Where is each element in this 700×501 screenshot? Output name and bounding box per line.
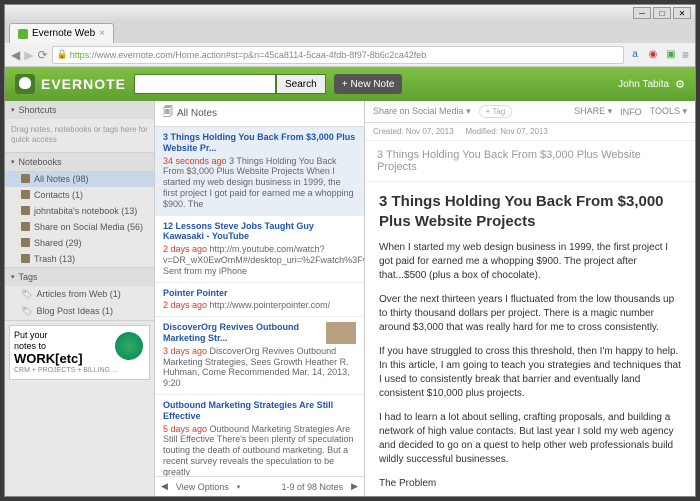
note-item-title: Pointer Pointer	[163, 288, 356, 299]
notebook-icon	[21, 206, 30, 215]
note-list-header: 🗐 All Notes	[155, 101, 364, 127]
browser-tab-bar: Evernote Web ×	[5, 21, 695, 43]
browser-menu-button[interactable]: ≡	[682, 48, 689, 62]
notebook-icon	[21, 190, 30, 199]
search-button[interactable]: Search	[276, 74, 326, 94]
notes-icon: 🗐	[163, 105, 173, 122]
note-item-snippet: 5 days ago Outbound Marketing Strategies…	[163, 424, 356, 476]
note-paragraph: If you have struggled to cross this thre…	[379, 345, 681, 401]
window-titlebar: ─ □ ✕	[5, 5, 695, 21]
chevron-down-icon: ▾	[11, 158, 15, 166]
note-item-snippet: 2 days ago http://m.youtube.com/watch?v=…	[163, 244, 356, 276]
note-item-title: 3 Things Holding You Back From $3,000 Pl…	[163, 132, 356, 154]
note-paragraph: Over the next thirteen years I fluctuate…	[379, 293, 681, 335]
sidebar-tag-item[interactable]: 🏷Articles from Web (1)	[5, 286, 154, 303]
window-maximize-button[interactable]: □	[653, 7, 671, 19]
share-dropdown[interactable]: Share on Social Media ▾	[373, 106, 471, 117]
note-item-snippet: 34 seconds ago 3 Things Holding You Back…	[163, 156, 356, 210]
address-bar: ◀ ▶ ⟳ 🔒 https ://www.evernote.com/Home.a…	[5, 43, 695, 67]
window-minimize-button[interactable]: ─	[633, 7, 651, 19]
shortcuts-hint: Drag notes, notebooks or tags here for q…	[5, 119, 154, 152]
tag-icon: 🏷	[21, 289, 32, 300]
tag-icon: 🏷	[21, 306, 32, 317]
chevron-down-icon: ▾	[11, 106, 15, 114]
new-note-button[interactable]: +New Note	[334, 74, 403, 94]
url-protocol: https	[70, 50, 90, 60]
app-header: EVERNOTE Search +New Note John Tabita ⚙	[5, 67, 695, 101]
search-input[interactable]	[134, 74, 276, 94]
content-toolbar: Share on Social Media ▾ + Tag SHARE ▾ IN…	[365, 101, 695, 123]
note-list-footer: ◀ View Options ▾ 1-9 of 98 Notes ▶	[155, 476, 364, 496]
browser-tab[interactable]: Evernote Web ×	[9, 23, 114, 43]
notebook-icon	[21, 238, 30, 247]
plus-icon: +	[342, 79, 348, 90]
notebook-icon	[21, 174, 30, 183]
note-paragraph: The Problem	[379, 477, 681, 491]
sidebar-tag-item[interactable]: 🏷Blog Post Ideas (1)	[5, 303, 154, 320]
notebook-icon	[21, 254, 30, 263]
sidebar-notebook-item[interactable]: johntabita's notebook (13)	[5, 203, 154, 219]
window-close-button[interactable]: ✕	[673, 7, 691, 19]
promo-ball-icon	[115, 332, 143, 360]
view-options[interactable]: View Options	[176, 482, 229, 492]
username[interactable]: John Tabita	[618, 79, 669, 90]
note-list-item[interactable]: Outbound Marketing Strategies Are Still …	[155, 395, 364, 476]
brand-text: EVERNOTE	[41, 76, 126, 92]
sidebar-notebook-item[interactable]: Trash (13)	[5, 251, 154, 267]
url-path: ://www.evernote.com/Home.action#st=p&n=4…	[89, 50, 426, 60]
sidebar-notebook-item[interactable]: Shared (29)	[5, 235, 154, 251]
pager-next-icon[interactable]: ▶	[351, 481, 358, 492]
user-area: John Tabita ⚙	[618, 78, 685, 91]
elephant-icon	[15, 74, 35, 94]
note-item-title: 12 Lessons Steve Jobs Taught Guy Kawasak…	[163, 221, 356, 243]
note-heading: 3 Things Holding You Back From $3,000 Pl…	[379, 192, 681, 231]
note-list-item[interactable]: 3 Things Holding You Back From $3,000 Pl…	[155, 127, 364, 216]
ext-icon-3[interactable]: ▣	[664, 48, 678, 62]
note-title-field[interactable]: 3 Things Holding You Back From $3,000 Pl…	[365, 141, 695, 182]
note-list-item[interactable]: Pointer Pointer2 days ago http://www.poi…	[155, 283, 364, 318]
tools-button[interactable]: TOOLS ▾	[650, 106, 687, 117]
nav-forward-button[interactable]: ▶	[24, 48, 33, 62]
note-body[interactable]: 3 Things Holding You Back From $3,000 Pl…	[365, 182, 695, 496]
chevron-down-icon[interactable]: ▾	[237, 483, 241, 491]
info-button[interactable]: INFO	[620, 107, 642, 117]
ext-icon-2[interactable]: ◉	[646, 48, 660, 62]
note-list-item[interactable]: DiscoverOrg Revives Outbound Marketing S…	[155, 317, 364, 395]
brand-logo[interactable]: EVERNOTE	[15, 74, 126, 94]
gear-icon[interactable]: ⚙	[675, 78, 685, 91]
pager: 1-9 of 98 Notes	[282, 482, 344, 492]
nav-back-button[interactable]: ◀	[11, 48, 20, 62]
sidebar-notebooks-header[interactable]: ▾Notebooks	[5, 153, 154, 171]
tab-close-icon[interactable]: ×	[99, 28, 105, 39]
note-item-snippet: 2 days ago http://www.pointerpointer.com…	[163, 300, 356, 311]
ext-icon-1[interactable]: a	[628, 48, 642, 62]
chevron-down-icon: ▾	[11, 273, 15, 281]
lock-icon: 🔒	[57, 49, 68, 60]
sidebar: ▾Shortcuts Drag notes, notebooks or tags…	[5, 101, 155, 496]
tab-title: Evernote Web	[32, 28, 95, 39]
note-list-item[interactable]: 12 Lessons Steve Jobs Taught Guy Kawasak…	[155, 216, 364, 283]
note-content: Share on Social Media ▾ + Tag SHARE ▾ IN…	[365, 101, 695, 496]
add-tag-button[interactable]: + Tag	[479, 105, 513, 118]
sidebar-notebook-item[interactable]: Share on Social Media (56)	[5, 219, 154, 235]
note-thumbnail	[326, 322, 356, 344]
note-paragraph: When I started my web design business in…	[379, 241, 681, 283]
sidebar-notebook-item[interactable]: Contacts (1)	[5, 187, 154, 203]
search-box: Search	[134, 74, 326, 94]
url-field[interactable]: 🔒 https ://www.evernote.com/Home.action#…	[52, 46, 624, 64]
note-item-snippet: 3 days ago DiscoverOrg Revives Outbound …	[163, 346, 356, 389]
note-paragraph: I had to learn a lot about selling, craf…	[379, 411, 681, 467]
note-item-title: Outbound Marketing Strategies Are Still …	[163, 400, 356, 422]
reload-button[interactable]: ⟳	[37, 48, 47, 62]
sidebar-notebook-item[interactable]: All Notes (98)	[5, 171, 154, 187]
content-dates: Created: Nov 07, 2013 Modified: Nov 07, …	[365, 123, 695, 141]
note-list: 🗐 All Notes 3 Things Holding You Back Fr…	[155, 101, 365, 496]
sidebar-tags-header[interactable]: ▾Tags	[5, 268, 154, 286]
promo-box[interactable]: Put your notes to WORK[etc] CRM + PROJEC…	[9, 325, 150, 381]
collapse-icon[interactable]: ◀	[161, 481, 168, 492]
notebook-icon	[21, 222, 30, 231]
share-button[interactable]: SHARE ▾	[574, 106, 612, 117]
sidebar-shortcuts-header[interactable]: ▾Shortcuts	[5, 101, 154, 119]
favicon-icon	[18, 29, 28, 39]
